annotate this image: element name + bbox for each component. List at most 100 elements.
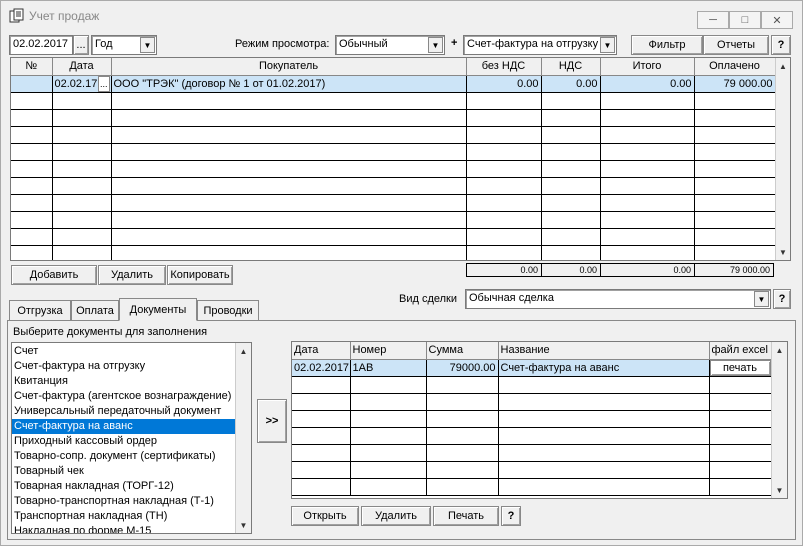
chevron-down-icon[interactable]: ▼ <box>600 37 615 53</box>
document-list-item[interactable]: Счет-фактура на аванс <box>12 419 235 434</box>
cell-no-vat[interactable]: 0.00 <box>466 75 542 93</box>
print-excel-button[interactable]: печать <box>709 359 770 375</box>
chevron-down-icon[interactable]: ▼ <box>140 37 155 53</box>
date-picker-button[interactable]: ... <box>73 35 89 55</box>
doc-table-row[interactable] <box>292 444 772 462</box>
table-row[interactable] <box>11 194 776 212</box>
col-vat[interactable]: НДС <box>541 58 601 76</box>
list-scrollbar[interactable]: ▲ ▼ <box>235 343 251 533</box>
table-row[interactable] <box>11 177 776 195</box>
print-button[interactable]: Печать <box>433 506 499 526</box>
maximize-button[interactable]: □ <box>729 11 761 29</box>
doc-table-row[interactable] <box>292 410 772 428</box>
cell-paid[interactable]: 79 000.00 <box>694 75 776 93</box>
doc-table-row[interactable] <box>292 393 772 411</box>
document-list-item[interactable]: Транспортная накладная (ТН) <box>12 509 235 524</box>
col-total[interactable]: Итого <box>600 58 695 76</box>
close-button[interactable]: ✕ <box>761 11 793 29</box>
col-no-vat[interactable]: без НДС <box>466 58 542 76</box>
table-row[interactable] <box>11 143 776 161</box>
col-doc-number[interactable]: Номер <box>350 342 427 360</box>
document-list-item[interactable]: Счет <box>12 344 235 359</box>
table-row[interactable] <box>11 160 776 178</box>
cell-total[interactable]: 0.00 <box>600 75 695 93</box>
scroll-down-icon[interactable]: ▼ <box>236 517 251 533</box>
doc-table-row[interactable] <box>292 376 772 394</box>
doc-cell-sum[interactable]: 79000.00 <box>426 359 499 377</box>
deal-label: Вид сделки <box>399 293 458 305</box>
doc-cell-number[interactable]: 1АВ <box>350 359 427 377</box>
col-num[interactable]: № <box>11 58 53 76</box>
document-list-item[interactable]: Квитанция <box>12 374 235 389</box>
maximize-icon: □ <box>741 14 749 26</box>
col-buyer[interactable]: Покупатель <box>111 58 467 76</box>
scroll-up-icon[interactable]: ▲ <box>776 58 790 74</box>
document-list-item[interactable]: Счет-фактура (агентское вознаграждение) <box>12 389 235 404</box>
tab-shipment[interactable]: Отгрузка <box>9 300 71 320</box>
doc-help-button[interactable]: ? <box>501 506 521 526</box>
app-icon <box>9 8 24 23</box>
doc-table-scrollbar[interactable]: ▲ ▼ <box>771 342 787 498</box>
table-row[interactable] <box>11 211 776 229</box>
table-row[interactable] <box>11 245 776 260</box>
period-select[interactable]: Год ▼ <box>91 35 157 55</box>
filter-button[interactable]: Фильтр <box>631 35 703 55</box>
open-button[interactable]: Открыть <box>291 506 359 526</box>
tab-payment[interactable]: Оплата <box>71 300 119 320</box>
doc-table-row[interactable] <box>292 478 772 496</box>
document-list-item[interactable]: Универсальный передаточный документ <box>12 404 235 419</box>
document-list-item[interactable]: Счет-фактура на отгрузку <box>12 359 235 374</box>
col-doc-name[interactable]: Название <box>498 342 710 360</box>
col-paid[interactable]: Оплачено <box>694 58 776 76</box>
col-doc-excel[interactable]: файл excel <box>709 342 772 360</box>
table-row[interactable] <box>11 126 776 144</box>
cell-vat[interactable]: 0.00 <box>541 75 601 93</box>
document-list-item[interactable]: Товарная накладная (ТОРГ-12) <box>12 479 235 494</box>
scroll-down-icon[interactable]: ▼ <box>776 244 790 260</box>
delete-button[interactable]: Удалить <box>98 265 166 285</box>
tab-documents[interactable]: Документы <box>119 298 197 321</box>
doc-cell-date[interactable]: 02.02.2017 <box>292 359 351 377</box>
mode-select[interactable]: Обычный ▼ <box>335 35 445 55</box>
document-list-item[interactable]: Приходный кассовый ордер <box>12 434 235 449</box>
table-row[interactable]: 02.02.17... ООО "ТРЭК" (договор № 1 от 0… <box>11 75 776 93</box>
chevron-down-icon[interactable]: ▼ <box>754 291 769 307</box>
date-field[interactable]: 02.02.2017 <box>9 35 73 55</box>
help-button[interactable]: ? <box>771 35 791 55</box>
doc-table-row[interactable] <box>292 427 772 445</box>
doc-table-row[interactable]: 02.02.2017 1АВ 79000.00 Счет-фактура на … <box>292 359 772 377</box>
chevron-down-icon[interactable]: ▼ <box>428 37 443 53</box>
date-ellipsis-button[interactable]: ... <box>97 75 110 91</box>
col-doc-sum[interactable]: Сумма <box>426 342 499 360</box>
scroll-up-icon[interactable]: ▲ <box>236 343 251 359</box>
table-row[interactable] <box>11 228 776 246</box>
tab-postings[interactable]: Проводки <box>197 300 259 320</box>
deal-help-button[interactable]: ? <box>773 289 791 309</box>
deal-select[interactable]: Обычная сделка ▼ <box>465 289 771 309</box>
minimize-button[interactable]: ─ <box>697 11 729 29</box>
cell-date[interactable]: 02.02.17... <box>52 75 112 93</box>
table-row[interactable] <box>11 92 776 110</box>
document-list-item[interactable]: Накладная по форме М-15 <box>12 524 235 533</box>
cell-num[interactable] <box>11 75 53 93</box>
document-list-item[interactable]: Товарно-сопр. документ (сертификаты) <box>12 449 235 464</box>
doc-table-row[interactable] <box>292 461 772 479</box>
transfer-button[interactable]: >> <box>257 399 287 443</box>
plus-label: + <box>451 37 458 49</box>
document-list-item[interactable]: Товарно-транспортная накладная (Т-1) <box>12 494 235 509</box>
cell-buyer[interactable]: ООО "ТРЭК" (договор № 1 от 01.02.2017) <box>111 75 467 93</box>
doc-delete-button[interactable]: Удалить <box>361 506 431 526</box>
reports-button[interactable]: Отчеты <box>703 35 769 55</box>
col-doc-date[interactable]: Дата <box>292 342 351 360</box>
documents-list[interactable]: Счет Счет-фактура на отгрузку Квитанция Сче… <box>11 342 252 534</box>
add-button[interactable]: Добавить <box>11 265 97 285</box>
doc-type-select[interactable]: Счет-фактура на отгрузку ▼ <box>463 35 617 55</box>
col-date[interactable]: Дата <box>52 58 112 76</box>
scroll-up-icon[interactable]: ▲ <box>772 342 787 358</box>
scroll-down-icon[interactable]: ▼ <box>772 482 787 498</box>
table-scrollbar[interactable]: ▲ ▼ <box>775 58 790 260</box>
document-list-item[interactable]: Товарный чек <box>12 464 235 479</box>
table-row[interactable] <box>11 109 776 127</box>
copy-button[interactable]: Копировать <box>167 265 233 285</box>
doc-cell-name[interactable]: Счет-фактура на аванс <box>498 359 710 377</box>
